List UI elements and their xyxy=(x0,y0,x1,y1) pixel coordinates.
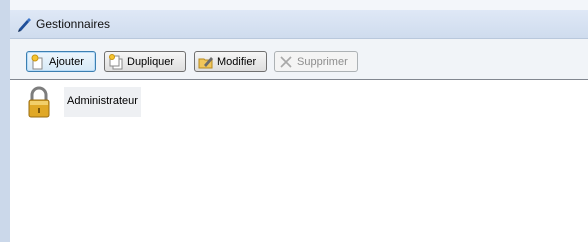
delete-icon xyxy=(278,54,294,70)
window-left-border xyxy=(0,0,10,242)
list-item-label: Administrateur xyxy=(64,87,141,117)
edit-button-label: Modifier xyxy=(217,55,257,68)
title-bar: Gestionnaires xyxy=(10,10,588,39)
delete-button[interactable]: Supprimer xyxy=(274,51,358,72)
delete-button-label: Supprimer xyxy=(297,55,348,68)
list-item[interactable]: Administrateur xyxy=(26,86,141,118)
add-user-icon xyxy=(30,54,46,70)
window-title: Gestionnaires xyxy=(36,17,111,31)
lock-icon xyxy=(26,86,52,118)
duplicate-button-label: Dupliquer xyxy=(127,55,175,68)
add-button-label: Ajouter xyxy=(49,55,84,68)
edit-button[interactable]: Modifier xyxy=(194,51,267,72)
pen-icon xyxy=(16,16,32,32)
managers-list[interactable]: Administrateur xyxy=(10,79,588,242)
edit-folder-icon xyxy=(198,54,214,70)
add-button[interactable]: Ajouter xyxy=(26,51,96,72)
toolbar: Ajouter Dupliquer Modifier Supprimer xyxy=(10,39,588,79)
duplicate-button[interactable]: Dupliquer xyxy=(104,51,186,72)
duplicate-icon xyxy=(108,53,124,70)
